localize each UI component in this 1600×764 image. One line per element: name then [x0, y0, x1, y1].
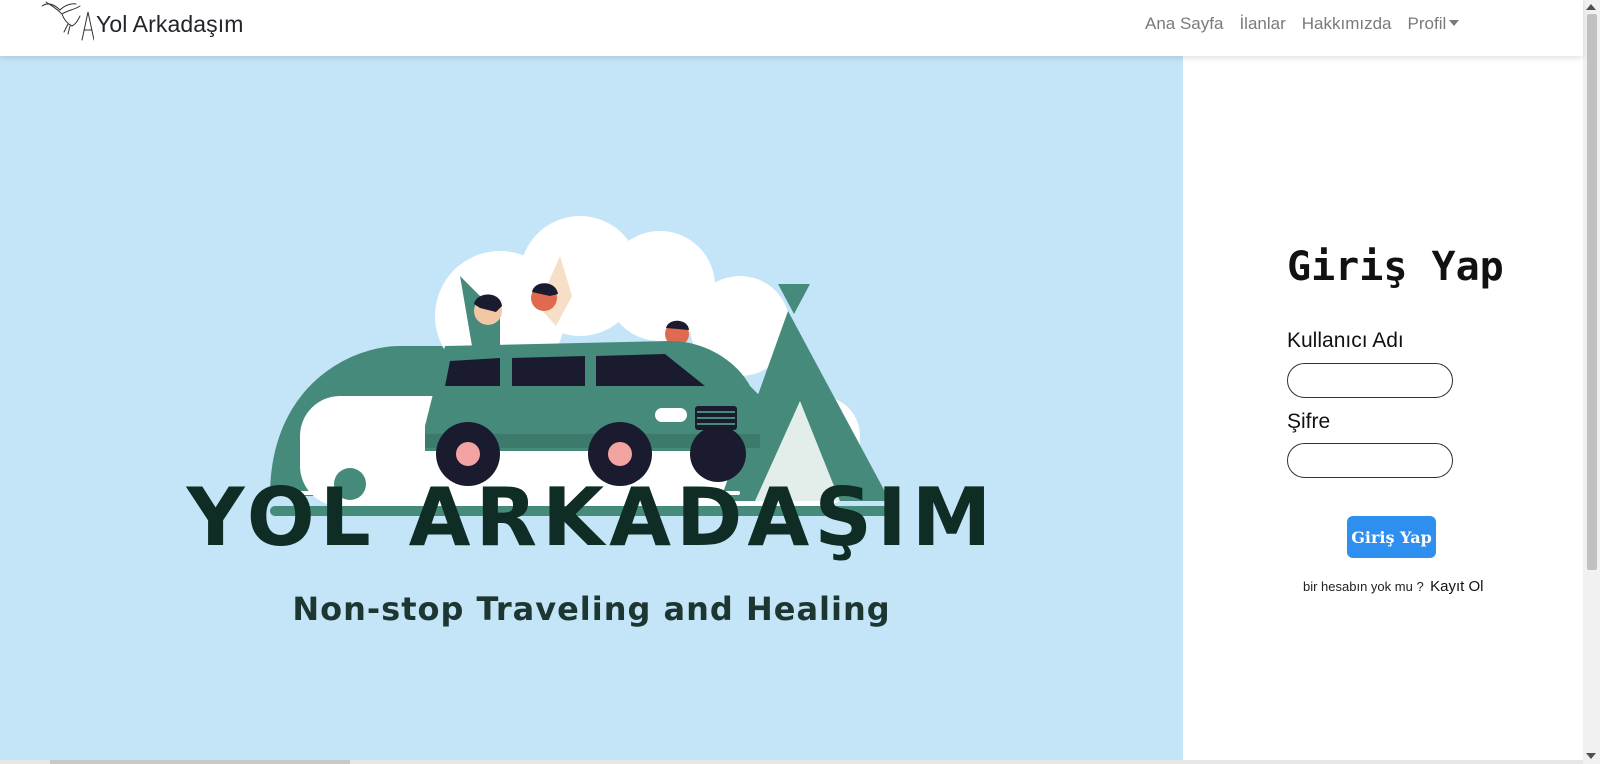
login-submit-button[interactable]: Giriş Yap	[1347, 516, 1436, 558]
password-label: Şifre	[1287, 410, 1331, 433]
nav-about-link[interactable]: Hakkımızda	[1302, 14, 1392, 34]
hero-title: YOL ARKADAŞIM	[186, 471, 997, 564]
navbar: Yol Arkadaşım Ana Sayfa İlanlar Hakkımız…	[0, 0, 1583, 56]
caret-down-icon	[1449, 19, 1460, 26]
nav-links: Ana Sayfa İlanlar Hakkımızda Profil	[1145, 14, 1475, 34]
username-label: Kullanıcı Adı	[1287, 329, 1404, 352]
nav-profile-dropdown[interactable]: Profil	[1408, 14, 1460, 34]
scroll-down-arrow-icon[interactable]	[1586, 753, 1596, 759]
brand-link[interactable]: Yol Arkadaşım	[38, 0, 243, 48]
nav-home-link[interactable]: Ana Sayfa	[1145, 14, 1223, 34]
password-input[interactable]	[1287, 443, 1453, 478]
vertical-scrollbar-thumb[interactable]	[1587, 14, 1597, 570]
hero-subtitle: Non-stop Traveling and Healing	[292, 590, 891, 628]
login-title: Giriş Yap	[1287, 244, 1504, 290]
horizontal-scrollbar-thumb[interactable]	[50, 760, 350, 764]
signup-row: bir hesabın yok mu ? Kayıt Ol	[1303, 578, 1484, 596]
brand-name: Yol Arkadaşım	[96, 10, 244, 37]
nav-listings-link[interactable]: İlanlar	[1239, 14, 1285, 34]
page: Yol Arkadaşım Ana Sayfa İlanlar Hakkımız…	[0, 0, 1600, 764]
login-panel: Giriş Yap Kullanıcı Adı Şifre Giriş Yap …	[1183, 56, 1583, 764]
nav-profile-label: Profil	[1407, 14, 1447, 33]
signup-link[interactable]: Kayıt Ol	[1430, 578, 1483, 595]
scroll-up-arrow-icon[interactable]	[1586, 4, 1596, 10]
signup-prompt: bir hesabın yok mu ?	[1303, 579, 1424, 594]
hero-banner: YOL ARKADAŞIM Non-stop Traveling and Hea…	[0, 56, 1183, 764]
username-input[interactable]	[1287, 363, 1453, 398]
bird-logo-icon	[41, 1, 94, 41]
